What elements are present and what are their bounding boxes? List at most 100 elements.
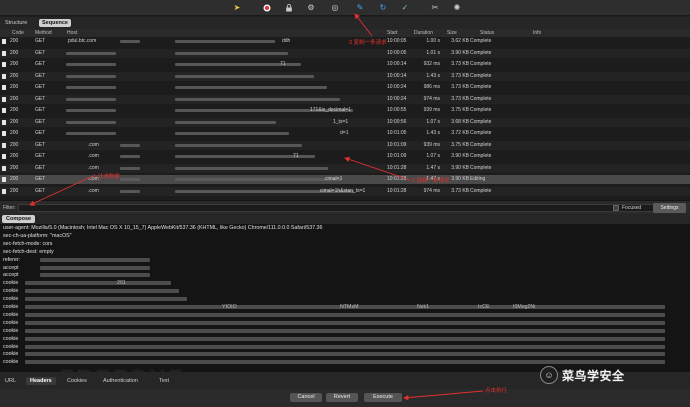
cell-code: 200 — [10, 61, 19, 67]
headers-editor[interactable]: user-agent: Mozilla/5.0 (Macintosh; Inte… — [0, 224, 690, 372]
cell-code: 200 — [10, 107, 19, 113]
tab-url[interactable]: URL — [1, 377, 20, 385]
cell-method: GET — [35, 176, 46, 182]
header-line: cookie — [3, 288, 19, 295]
cancel-button[interactable]: Cancel — [290, 393, 322, 402]
cell-method: GET — [35, 141, 46, 148]
lock-icon[interactable] — [284, 3, 294, 13]
table-row[interactable]: 200 GET 10:00:14 1.43 s 3.73 KB Complete — [0, 71, 690, 81]
cell-status: Complete — [470, 72, 492, 79]
wechat-logo-icon: ☺ — [540, 366, 558, 384]
redacted-header-value — [40, 265, 150, 270]
tools-icon[interactable]: ✂ — [430, 3, 440, 13]
table-row[interactable]: 200 GET 10:01:05 1.43 s 3.72 KB Complete d=1 — [0, 129, 690, 138]
cell-size: 3.90 KB — [451, 164, 469, 171]
col-info[interactable]: Info — [533, 30, 541, 36]
cell-status: Complete — [470, 95, 492, 102]
table-row[interactable]: 200 GET .com 10:01:28 974 ms 3.73 KB Complete c… — [0, 186, 690, 196]
settings-icon[interactable]: ✺ — [452, 3, 462, 13]
redacted-header-value — [25, 352, 665, 357]
redacted-path — [175, 40, 275, 43]
header-line: accept — [3, 272, 19, 279]
col-code[interactable]: Code — [12, 30, 24, 36]
redacted-path — [175, 178, 341, 181]
tab-headers[interactable]: Headers — [26, 377, 56, 385]
pointer-icon[interactable]: ➤ — [232, 3, 242, 13]
cell-size: 3.90 KB — [451, 49, 469, 56]
col-size[interactable]: Size — [447, 30, 457, 36]
header-line: accept — [3, 264, 19, 271]
gear-icon[interactable]: ⚙ — [306, 3, 316, 13]
table-row[interactable]: 200 GET pdul.btc.com 10:00:05 1.00 s 3.62 KB C… — [0, 37, 690, 46]
col-status[interactable]: Status — [480, 30, 494, 36]
cell-method: GET — [35, 61, 46, 67]
cell-method: GET — [35, 187, 46, 194]
table-row[interactable]: 200 GET 10:00:56 1.07 s 3.68 KB Complete 1_ts=… — [0, 117, 690, 127]
redacted-host — [120, 40, 140, 43]
table-row[interactable]: 200 GET 10:00:14 932 ms 3.73 KB Complete 71 — [0, 60, 690, 69]
tab-text[interactable]: Text — [155, 377, 173, 385]
document-icon — [2, 108, 6, 113]
settings-button[interactable]: Settings — [653, 203, 686, 213]
tab-cookies[interactable]: Cookies — [63, 377, 91, 385]
cell-start: 10:00:55 — [387, 107, 407, 113]
redacted-header-value — [25, 344, 665, 349]
tab-structure[interactable]: Structure — [2, 19, 30, 27]
cell-code: 200 — [10, 153, 19, 159]
focused-checkbox[interactable] — [613, 205, 619, 211]
table-row[interactable]: 200 GET .com 10:01:09 939 ms 3.75 KB Complete — [0, 140, 690, 150]
redacted-host — [66, 74, 116, 78]
cell-host: .com — [88, 164, 99, 171]
tab-sequence[interactable]: Sequence — [39, 19, 71, 27]
col-method[interactable]: Method — [35, 30, 52, 36]
document-icon — [2, 142, 6, 148]
execute-button[interactable]: Execute — [364, 393, 402, 402]
tab-compose[interactable]: Compose — [2, 215, 36, 223]
refresh-icon[interactable]: ↻ — [378, 3, 388, 13]
header-fragment: YIOIO — [222, 304, 237, 310]
header-line: cookie — [3, 311, 19, 318]
redacted-path — [175, 74, 314, 78]
cell-method: GET — [35, 72, 46, 79]
redacted-header-value — [25, 328, 665, 333]
cell-code: 200 — [10, 118, 19, 125]
path-snippet: cimal=1h&stan_ts=1 — [320, 187, 366, 194]
revert-button[interactable]: Revert — [326, 393, 358, 402]
globe-icon[interactable]: ◎ — [330, 3, 340, 13]
header-line: cookie — [3, 351, 19, 358]
redacted-header-value — [25, 312, 665, 317]
cell-size: 3.73 KB — [451, 95, 469, 102]
redacted-header-value — [40, 273, 150, 278]
table-row[interactable]: 200 GET 10:00:05 1.01 s 3.90 KB Complete — [0, 48, 690, 58]
record-icon[interactable] — [262, 3, 272, 13]
redacted-header-value — [25, 320, 665, 325]
cell-code: 200 — [10, 141, 19, 148]
focused-label: Focused — [622, 205, 642, 211]
check-icon[interactable]: ✓ — [400, 3, 410, 13]
table-row[interactable]: 200 GET 10:00:24 974 ms 3.73 KB Complete — [0, 94, 690, 104]
redacted-path — [175, 132, 289, 135]
action-bar: Cancel Revert Execute — [0, 389, 690, 407]
cell-start: 10:01:28 — [387, 176, 407, 182]
main-toolbar: ➤ ⚙ ◎ ✎ ↻ ✓ ✂ ✺ — [0, 0, 690, 16]
redacted-host — [66, 86, 116, 89]
col-duration[interactable]: Duration — [414, 30, 433, 36]
annotation-select-request: 2 选择一条请求 — [412, 178, 450, 184]
col-host[interactable]: Host — [67, 30, 77, 36]
cell-host: .com — [88, 187, 99, 194]
table-row[interactable]: 200 GET .com 10:01:09 1.07 s 3.90 KB Complete 7… — [0, 152, 690, 161]
col-start[interactable]: Start — [387, 30, 398, 36]
table-row[interactable]: 200 GET 10:00:55 939 ms 3.75 KB Complete 171&i… — [0, 106, 690, 115]
filter-input[interactable] — [18, 204, 658, 212]
table-row[interactable]: 200 GET .com 10:01:28 1.47 s 3.90 KB Complete — [0, 163, 690, 173]
pen-icon[interactable]: ✎ — [355, 3, 365, 13]
cell-start: 10:00:14 — [387, 61, 407, 67]
cell-code: 200 — [10, 187, 19, 194]
document-icon — [2, 177, 6, 182]
annotation-execute: 点击执行 — [485, 388, 508, 394]
cell-size: 3.75 KB — [451, 107, 469, 113]
table-row[interactable]: 200 GET 10:00:24 986 ms 3.73 KB Complete — [0, 83, 690, 92]
cell-start: 10:00:24 — [387, 95, 407, 102]
redacted-path — [175, 86, 327, 89]
tab-authentication[interactable]: Authentication — [99, 377, 142, 385]
